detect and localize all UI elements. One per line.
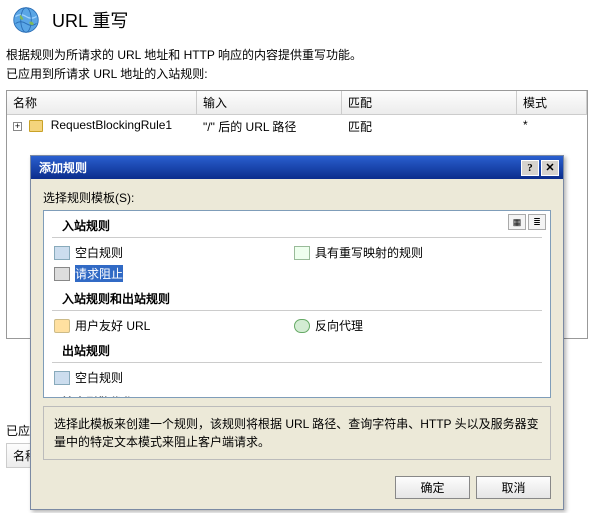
dialog-title: 添加规则	[39, 159, 519, 176]
dialog-titlebar[interactable]: 添加规则 ? ✕	[31, 156, 563, 179]
ok-button[interactable]: 确定	[395, 476, 470, 499]
template-blank-outbound[interactable]: 空白规则	[44, 367, 284, 388]
mapped-rule-icon	[294, 246, 310, 260]
select-template-label: 选择规则模板(S):	[43, 189, 551, 206]
rule-match: 匹配	[342, 115, 517, 138]
view-list-button[interactable]: ≣	[528, 214, 546, 230]
col-match[interactable]: 匹配	[342, 91, 517, 114]
template-friendly-url[interactable]: 用户友好 URL	[44, 315, 284, 336]
blank-rule-icon	[54, 246, 70, 260]
desc-line-1: 根据规则为所请求的 URL 地址和 HTTP 响应的内容提供重写功能。	[6, 46, 588, 65]
template-label: 空白规则	[75, 369, 123, 386]
section-both: 入站规则和出站规则	[52, 284, 542, 311]
friendly-url-icon	[54, 319, 70, 333]
rule-input: "/" 后的 URL 路径	[197, 115, 342, 138]
desc-line-2: 已应用到所请求 URL 地址的入站规则:	[6, 65, 588, 84]
col-input[interactable]: 输入	[197, 91, 342, 114]
close-button[interactable]: ✕	[541, 160, 559, 176]
template-hint: 选择此模板来创建一个规则，该规则将根据 URL 路径、查询字符串、HTTP 头以…	[43, 406, 551, 460]
rule-mode: *	[517, 115, 587, 138]
template-mapped-rule[interactable]: 具有重写映射的规则	[284, 242, 524, 263]
template-label: 反向代理	[315, 317, 363, 334]
template-label: 空白规则	[75, 244, 123, 261]
cancel-button[interactable]: 取消	[476, 476, 551, 499]
template-request-block[interactable]: 请求阻止	[44, 263, 284, 284]
col-mode[interactable]: 模式	[517, 91, 587, 114]
dialog-buttons: 确定 取消	[31, 468, 563, 509]
description: 根据规则为所请求的 URL 地址和 HTTP 响应的内容提供重写功能。 已应用到…	[0, 46, 594, 84]
template-list: ▦ ≣ 入站规则 空白规则 具有重写映射的规则 请求阻止	[43, 210, 551, 398]
blank-rule-icon	[54, 371, 70, 385]
section-outbound: 出站规则	[52, 336, 542, 363]
template-label: 用户友好 URL	[75, 317, 150, 334]
expand-icon[interactable]: +	[13, 122, 22, 131]
help-button[interactable]: ?	[521, 160, 539, 176]
template-blank-rule[interactable]: 空白规则	[44, 242, 284, 263]
block-rule-icon	[54, 267, 70, 281]
rule-name: RequestBlockingRule1	[51, 118, 172, 132]
table-row[interactable]: + RequestBlockingRule1 "/" 后的 URL 路径 匹配 …	[7, 115, 587, 138]
page-title: URL 重写	[52, 7, 128, 33]
folder-icon	[29, 120, 43, 132]
page-header: URL 重写	[0, 0, 594, 40]
globe-icon	[12, 6, 40, 34]
section-seo: 搜索引擎优化 (SEO)	[52, 388, 542, 398]
section-inbound: 入站规则	[52, 211, 542, 238]
col-name[interactable]: 名称	[7, 91, 197, 114]
grid-header: 名称 输入 匹配 模式	[7, 91, 587, 115]
template-reverse-proxy[interactable]: 反向代理	[284, 315, 524, 336]
template-label: 请求阻止	[75, 265, 123, 282]
reverse-proxy-icon	[294, 319, 310, 333]
add-rule-dialog: 添加规则 ? ✕ 选择规则模板(S): ▦ ≣ 入站规则 空白规则 具有重写映射…	[30, 155, 564, 510]
view-icons-button[interactable]: ▦	[508, 214, 526, 230]
template-label: 具有重写映射的规则	[315, 244, 423, 261]
